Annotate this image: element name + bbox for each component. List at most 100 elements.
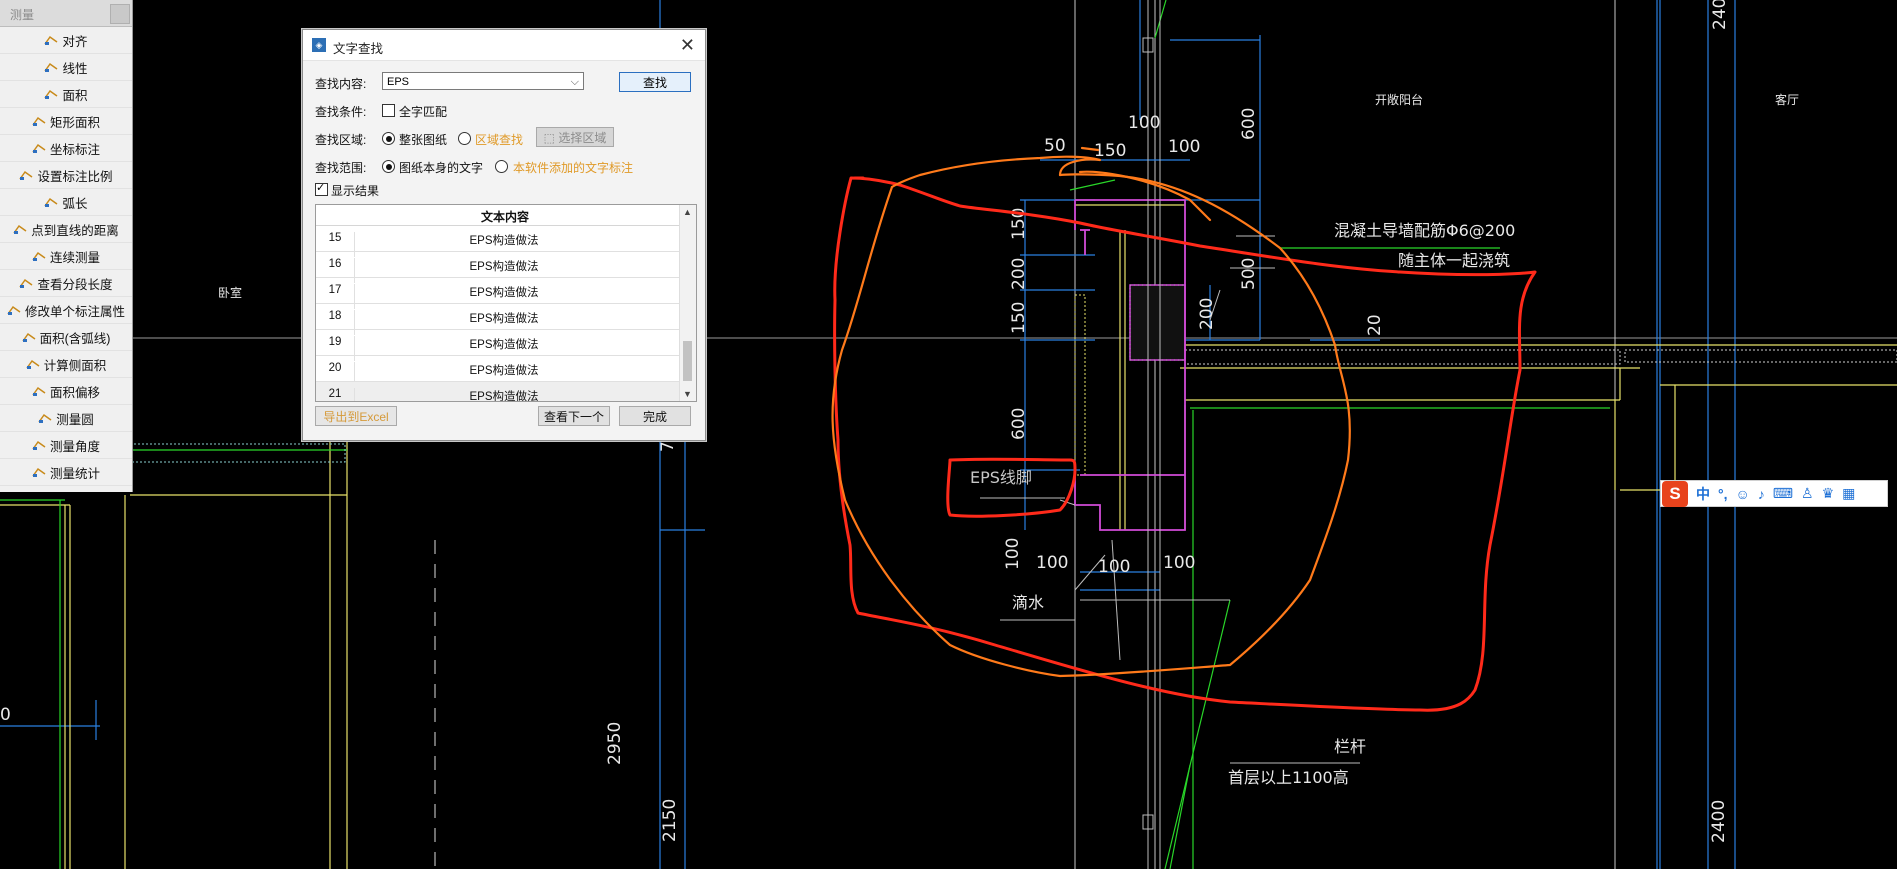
measure-tool-label: 测量圆 xyxy=(56,412,94,427)
show-results-label: 显示结果 xyxy=(331,184,380,198)
table-row[interactable]: 20 EPS构造做法 xyxy=(316,356,696,387)
check-icon: ✓ xyxy=(316,182,326,194)
dim-text: 2400 xyxy=(1710,0,1730,30)
measure-tool-label: 修改单个标注属性 xyxy=(24,304,125,319)
measure-tool-label: 查看分段长度 xyxy=(37,277,113,292)
table-row[interactable]: 17 EPS构造做法 xyxy=(316,278,696,309)
ime-language[interactable]: 中 xyxy=(1696,484,1710,504)
measure-tool-item[interactable]: 修改单个标注属性 xyxy=(0,297,132,324)
blue-dimension-lines xyxy=(0,0,1736,869)
measure-tool-item[interactable]: 线性 xyxy=(0,54,132,81)
measure-panel: 测量 对齐 线性 面积 矩形面积 坐标标注 设置标注比例 弧长 点到直线的距离 连续测量 查看分段… xyxy=(0,0,133,492)
scope-drawing-radio[interactable] xyxy=(382,160,395,173)
measure-tool-item[interactable]: 设置标注比例 xyxy=(0,162,132,189)
export-excel-button[interactable]: 导出到Excel xyxy=(315,406,397,426)
measure-tool-item[interactable]: 测量圆 xyxy=(0,405,132,432)
cad-drawing-canvas[interactable]: 2400 2400 100 150 100 50 600 150 200 150… xyxy=(0,0,1897,869)
dim-text: 100 xyxy=(1098,557,1130,577)
user-icon[interactable]: ♙ xyxy=(1801,485,1814,502)
results-header: 文本内容 xyxy=(316,205,696,226)
arc-length-icon xyxy=(44,196,58,208)
close-icon[interactable]: ✕ xyxy=(680,35,695,56)
dim-text: 100 xyxy=(1036,553,1068,573)
whole-word-label: 全字匹配 xyxy=(399,105,448,119)
select-area-button[interactable]: ⬚ 选择区域 xyxy=(536,127,614,147)
select-area-label: 选择区域 xyxy=(558,131,607,145)
results-table: 文本内容 15 EPS构造做法 16 EPS构造做法 17 EPS构造做法 18 EPS构造做… xyxy=(315,204,697,402)
condition-label: 查找条件: xyxy=(315,105,367,119)
done-button[interactable]: 完成 xyxy=(619,406,691,426)
dim-text: 2400 xyxy=(1709,800,1729,843)
punctuation-icon[interactable]: °, xyxy=(1718,486,1728,502)
whole-word-checkbox[interactable] xyxy=(382,104,395,117)
keyboard-icon[interactable]: ⌨ xyxy=(1773,485,1793,502)
chevron-down-icon[interactable]: ⌵ xyxy=(571,73,579,91)
view-next-button[interactable]: 查看下一个 xyxy=(538,406,610,426)
show-results-checkbox[interactable]: ✓ xyxy=(315,182,328,196)
ime-toolbar[interactable]: S 中 °, ☺ ♪ ⌨ ♙ ♛ ▦ xyxy=(1660,480,1888,507)
grid-icon[interactable]: ▦ xyxy=(1842,485,1855,502)
ime-logo[interactable]: S xyxy=(1662,480,1688,507)
measure-tool-item[interactable]: 矩形面积 xyxy=(0,108,132,135)
measure-tool-label: 面积 xyxy=(62,88,88,103)
dim-text: 7 xyxy=(658,441,678,452)
note-text: 滴水 xyxy=(1012,593,1044,612)
panel-close-icon[interactable] xyxy=(110,4,130,24)
row-number: 18 xyxy=(328,310,342,322)
search-input-value: EPS xyxy=(387,76,410,88)
measure-tool-item[interactable]: 弧长 xyxy=(0,189,132,216)
measure-tool-item[interactable]: 计算侧面积 xyxy=(0,351,132,378)
measure-tool-label: 面积(含弧线) xyxy=(39,331,111,346)
find-button[interactable]: 查找 xyxy=(619,72,691,92)
note-text: EPS线脚 xyxy=(970,468,1032,487)
table-row[interactable]: 19 EPS构造做法 xyxy=(316,330,696,361)
row-number: 16 xyxy=(328,258,342,270)
emoji-icon[interactable]: ☺ xyxy=(1736,486,1750,502)
measure-tool-item[interactable]: 查看分段长度 xyxy=(0,270,132,297)
measure-tool-label: 线性 xyxy=(62,61,88,76)
measure-tool-item[interactable]: 连续测量 xyxy=(0,243,132,270)
row-number: 17 xyxy=(328,284,342,296)
measure-tool-label: 坐标标注 xyxy=(49,142,100,157)
text-find-dialog: ◈ 文字查找 ✕ 查找内容: EPS ⌵ 查找 查找条件: 全字匹配 查找区域:… xyxy=(302,29,706,441)
scroll-down-icon[interactable]: ▼ xyxy=(683,389,692,399)
area-region-radio[interactable] xyxy=(458,132,471,145)
area-offset-icon xyxy=(32,385,46,397)
measure-tool-item[interactable]: 测量统计 xyxy=(0,459,132,486)
table-row[interactable]: 18 EPS构造做法 xyxy=(316,304,696,335)
room-label: 开敞阳台 xyxy=(1375,92,1423,107)
measure-tool-label: 弧长 xyxy=(62,196,88,211)
table-row[interactable]: 16 EPS构造做法 xyxy=(316,252,696,283)
scroll-up-icon[interactable]: ▲ xyxy=(683,207,692,217)
area-label: 查找区域: xyxy=(315,133,367,147)
measure-tool-item[interactable]: 面积偏移 xyxy=(0,378,132,405)
measure-tool-item[interactable]: 测量角度 xyxy=(0,432,132,459)
measure-stats-icon xyxy=(32,466,46,478)
measure-tool-label: 点到直线的距离 xyxy=(31,223,119,238)
dim-text: 100 xyxy=(1168,137,1200,157)
room-label: 卧室 xyxy=(218,285,242,300)
measure-tool-item[interactable]: 点到直线的距离 xyxy=(0,216,132,243)
search-input[interactable]: EPS ⌵ xyxy=(382,72,584,90)
scope-added-radio[interactable] xyxy=(495,160,508,173)
dialog-titlebar[interactable]: ◈ 文字查找 ✕ xyxy=(303,30,705,61)
results-scrollbar[interactable]: ▲ ▼ xyxy=(679,205,696,401)
measure-tool-item[interactable]: 面积(含弧线) xyxy=(0,324,132,351)
table-row[interactable]: 21 EPS构造做法 xyxy=(316,382,696,401)
dim-text: 100 xyxy=(1163,553,1195,573)
microphone-icon[interactable]: ♪ xyxy=(1758,486,1765,502)
eps-profile xyxy=(1074,199,1186,531)
dim-text: 100 xyxy=(1128,113,1160,133)
measure-tool-item[interactable]: 面积 xyxy=(0,81,132,108)
measure-tool-label: 设置标注比例 xyxy=(37,169,113,184)
table-row[interactable]: 15 EPS构造做法 xyxy=(316,226,696,257)
dim-text: 150 xyxy=(1094,141,1126,161)
area-whole-radio[interactable] xyxy=(382,132,395,145)
measure-tool-item[interactable]: 对齐 xyxy=(0,27,132,54)
measure-tool-item[interactable]: 坐标标注 xyxy=(0,135,132,162)
scroll-thumb[interactable] xyxy=(683,341,692,381)
measure-tool-label: 计算侧面积 xyxy=(43,358,107,373)
skin-icon[interactable]: ♛ xyxy=(1822,485,1835,502)
note-text: 首层以上1100高 xyxy=(1228,768,1349,787)
measure-tool-label: 测量统计 xyxy=(49,466,100,481)
